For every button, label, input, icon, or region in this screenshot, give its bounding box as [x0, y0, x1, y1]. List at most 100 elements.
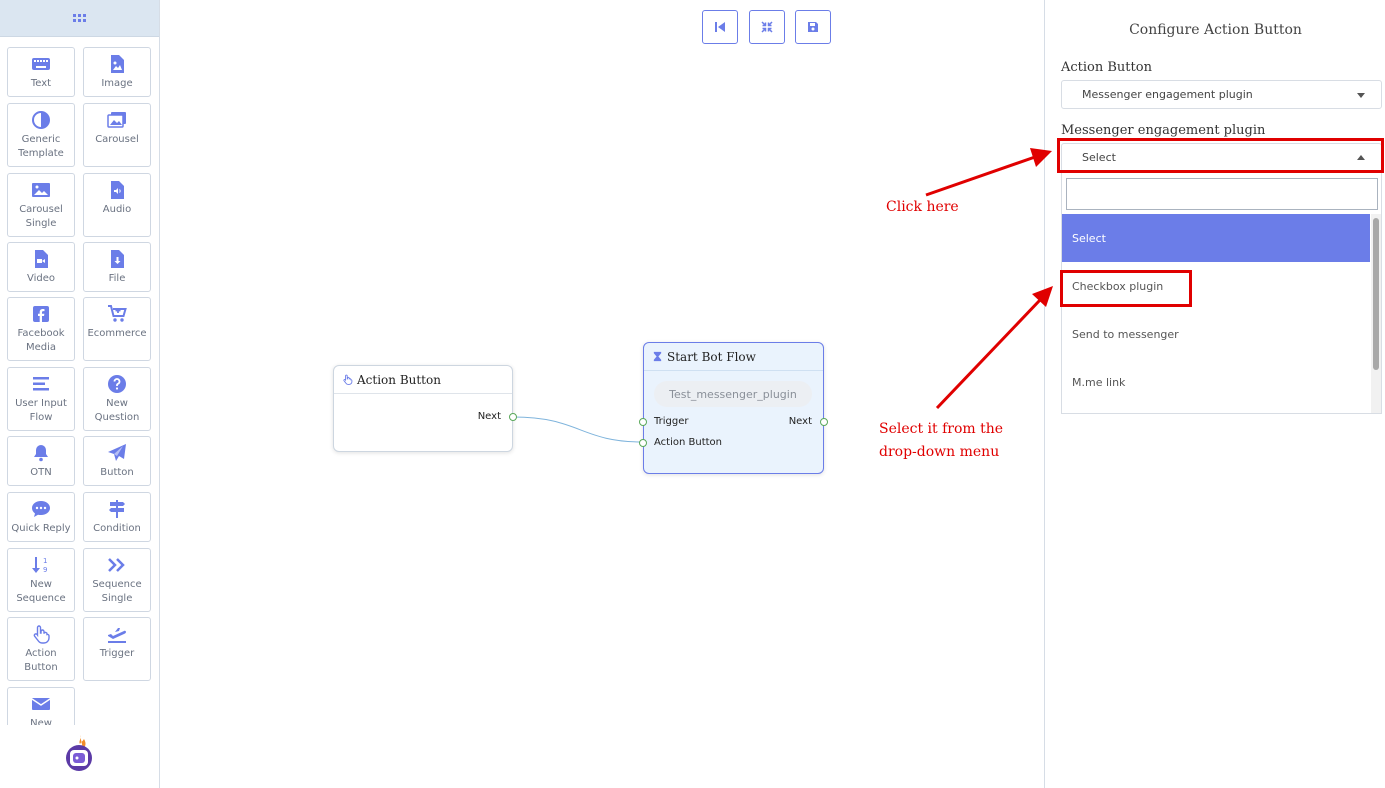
tool-label: Sequence Single: [92, 579, 142, 604]
next-port-label: Next: [788, 416, 812, 427]
tool-label: Carousel Single: [19, 204, 63, 229]
action-button-node[interactable]: Action Button Next: [333, 365, 517, 452]
tool-label: User Input Flow: [15, 398, 67, 423]
tool-label: New Question: [94, 398, 140, 423]
tool-otn[interactable]: OTN: [7, 436, 75, 486]
images-icon: [107, 112, 126, 128]
keyboard-icon: [32, 58, 50, 70]
tool-button[interactable]: Button: [83, 436, 151, 486]
connection-line: [512, 416, 644, 443]
image-file-icon: [111, 55, 124, 73]
node-title: Start Bot Flow: [644, 343, 823, 371]
node-title: Action Button: [334, 366, 512, 394]
tool-new-sequence[interactable]: 19 New Sequence: [7, 548, 75, 612]
tool-condition[interactable]: Condition: [83, 492, 151, 542]
lines-icon: [33, 377, 49, 391]
tool-label: Action Button: [24, 648, 58, 673]
tool-carousel[interactable]: Carousel: [83, 103, 151, 167]
flow-canvas[interactable]: Action Button Next Start Bot Flow Test_m…: [160, 0, 1044, 788]
sort-number-icon: 19: [32, 557, 47, 574]
tool-label: Condition: [93, 523, 141, 534]
tool-carousel-single[interactable]: Carousel Single: [7, 173, 75, 237]
next-port-label: Next: [477, 411, 501, 422]
tool-label: Facebook Media: [17, 328, 65, 353]
panel-title: Configure Action Button: [1129, 22, 1302, 38]
tool-label: Audio: [102, 204, 132, 215]
sidebar: Text Image Generic Template Carousel Car…: [0, 0, 160, 788]
dropdown-option[interactable]: M.me link: [1062, 358, 1370, 406]
audio-file-icon: [111, 181, 124, 199]
select-annotation: Select it from the drop-down menu: [879, 418, 1003, 464]
dropdown-option[interactable]: Select: [1062, 214, 1370, 262]
node-title-text: Action Button: [357, 372, 441, 387]
dropdown-search-input[interactable]: [1066, 178, 1378, 210]
dropdown-scrollbar[interactable]: [1371, 214, 1381, 413]
tool-label: New Sequence: [16, 579, 66, 604]
action-button-input-socket[interactable]: [639, 439, 647, 447]
start-bot-flow-node[interactable]: Start Bot Flow Test_messenger_plugin Tri…: [639, 342, 828, 474]
svg-text:9: 9: [43, 566, 47, 574]
tool-video[interactable]: Video: [7, 242, 75, 292]
tool-generic-template[interactable]: Generic Template: [7, 103, 75, 167]
next-output-socket[interactable]: [820, 418, 828, 426]
tool-label: Image: [101, 78, 133, 89]
action-button-select-value: Messenger engagement plugin: [1082, 88, 1253, 101]
trigger-input-socket[interactable]: [639, 418, 647, 426]
hand-pointer-icon: [33, 625, 50, 644]
envelope-icon: [31, 698, 51, 710]
tool-audio[interactable]: Audio: [83, 173, 151, 237]
tool-file[interactable]: File: [83, 242, 151, 292]
select-annotation-line2: drop-down menu: [879, 444, 1000, 460]
tool-label: Trigger: [99, 648, 135, 659]
grid-icon: [73, 14, 86, 22]
highlight-plugin-select: [1057, 138, 1384, 173]
tool-label: Carousel: [95, 134, 139, 145]
next-output-socket[interactable]: [509, 413, 517, 421]
tool-quick-reply[interactable]: Quick Reply: [7, 492, 75, 542]
facebook-icon: [33, 306, 49, 322]
tool-label: Quick Reply: [11, 523, 71, 534]
paper-plane-icon: [108, 444, 126, 461]
plane-departure-icon: [108, 628, 126, 643]
chevron-down-icon: [1357, 93, 1365, 98]
tool-text[interactable]: Text: [7, 47, 75, 97]
tool-sequence-single[interactable]: Sequence Single: [83, 548, 151, 612]
download-file-icon: [111, 250, 124, 268]
dropdown-option[interactable]: Send to messenger: [1062, 310, 1370, 358]
tool-action-button[interactable]: Action Button: [7, 617, 75, 681]
plugin-field-label: Messenger engagement plugin: [1061, 123, 1266, 138]
tool-palette: Text Image Generic Template Carousel Car…: [7, 47, 155, 725]
tool-trigger[interactable]: Trigger: [83, 617, 151, 681]
tool-label: Ecommerce: [87, 328, 147, 339]
double-chevron-icon: [108, 558, 125, 572]
bell-icon: [34, 445, 48, 462]
scrollbar-thumb[interactable]: [1373, 218, 1379, 370]
action-button-select[interactable]: Messenger engagement plugin: [1061, 80, 1382, 109]
trigger-port-label: Trigger: [654, 416, 689, 427]
action-button-port-label: Action Button: [654, 437, 722, 448]
tool-label: New: [30, 718, 52, 725]
highlight-checkbox-option: [1060, 270, 1192, 307]
video-file-icon: [35, 250, 48, 268]
tool-facebook-media[interactable]: Facebook Media: [7, 297, 75, 361]
tool-user-input-flow[interactable]: User Input Flow: [7, 367, 75, 431]
half-circle-icon: [32, 111, 50, 129]
tool-image[interactable]: Image: [83, 47, 151, 97]
app-logo: [66, 735, 92, 771]
tool-ecommerce[interactable]: Ecommerce: [83, 297, 151, 361]
sidebar-header[interactable]: [0, 0, 159, 37]
tool-label: Generic Template: [18, 134, 64, 159]
tool-label: File: [108, 273, 126, 284]
node-title-text: Start Bot Flow: [667, 349, 756, 364]
hand-pointer-icon: [343, 374, 353, 385]
tool-new-question[interactable]: New Question: [83, 367, 151, 431]
flow-name-pill[interactable]: Test_messenger_plugin: [654, 381, 812, 407]
tool-new[interactable]: New: [7, 687, 75, 725]
image-icon: [32, 183, 50, 197]
tool-label: OTN: [30, 467, 52, 478]
tool-label: Button: [100, 467, 134, 478]
select-annotation-line1: Select it from the: [879, 421, 1004, 437]
config-panel: Configure Action Button Action Button Me…: [1044, 0, 1385, 788]
svg-text:1: 1: [43, 557, 47, 565]
chat-bubble-icon: [32, 501, 50, 517]
